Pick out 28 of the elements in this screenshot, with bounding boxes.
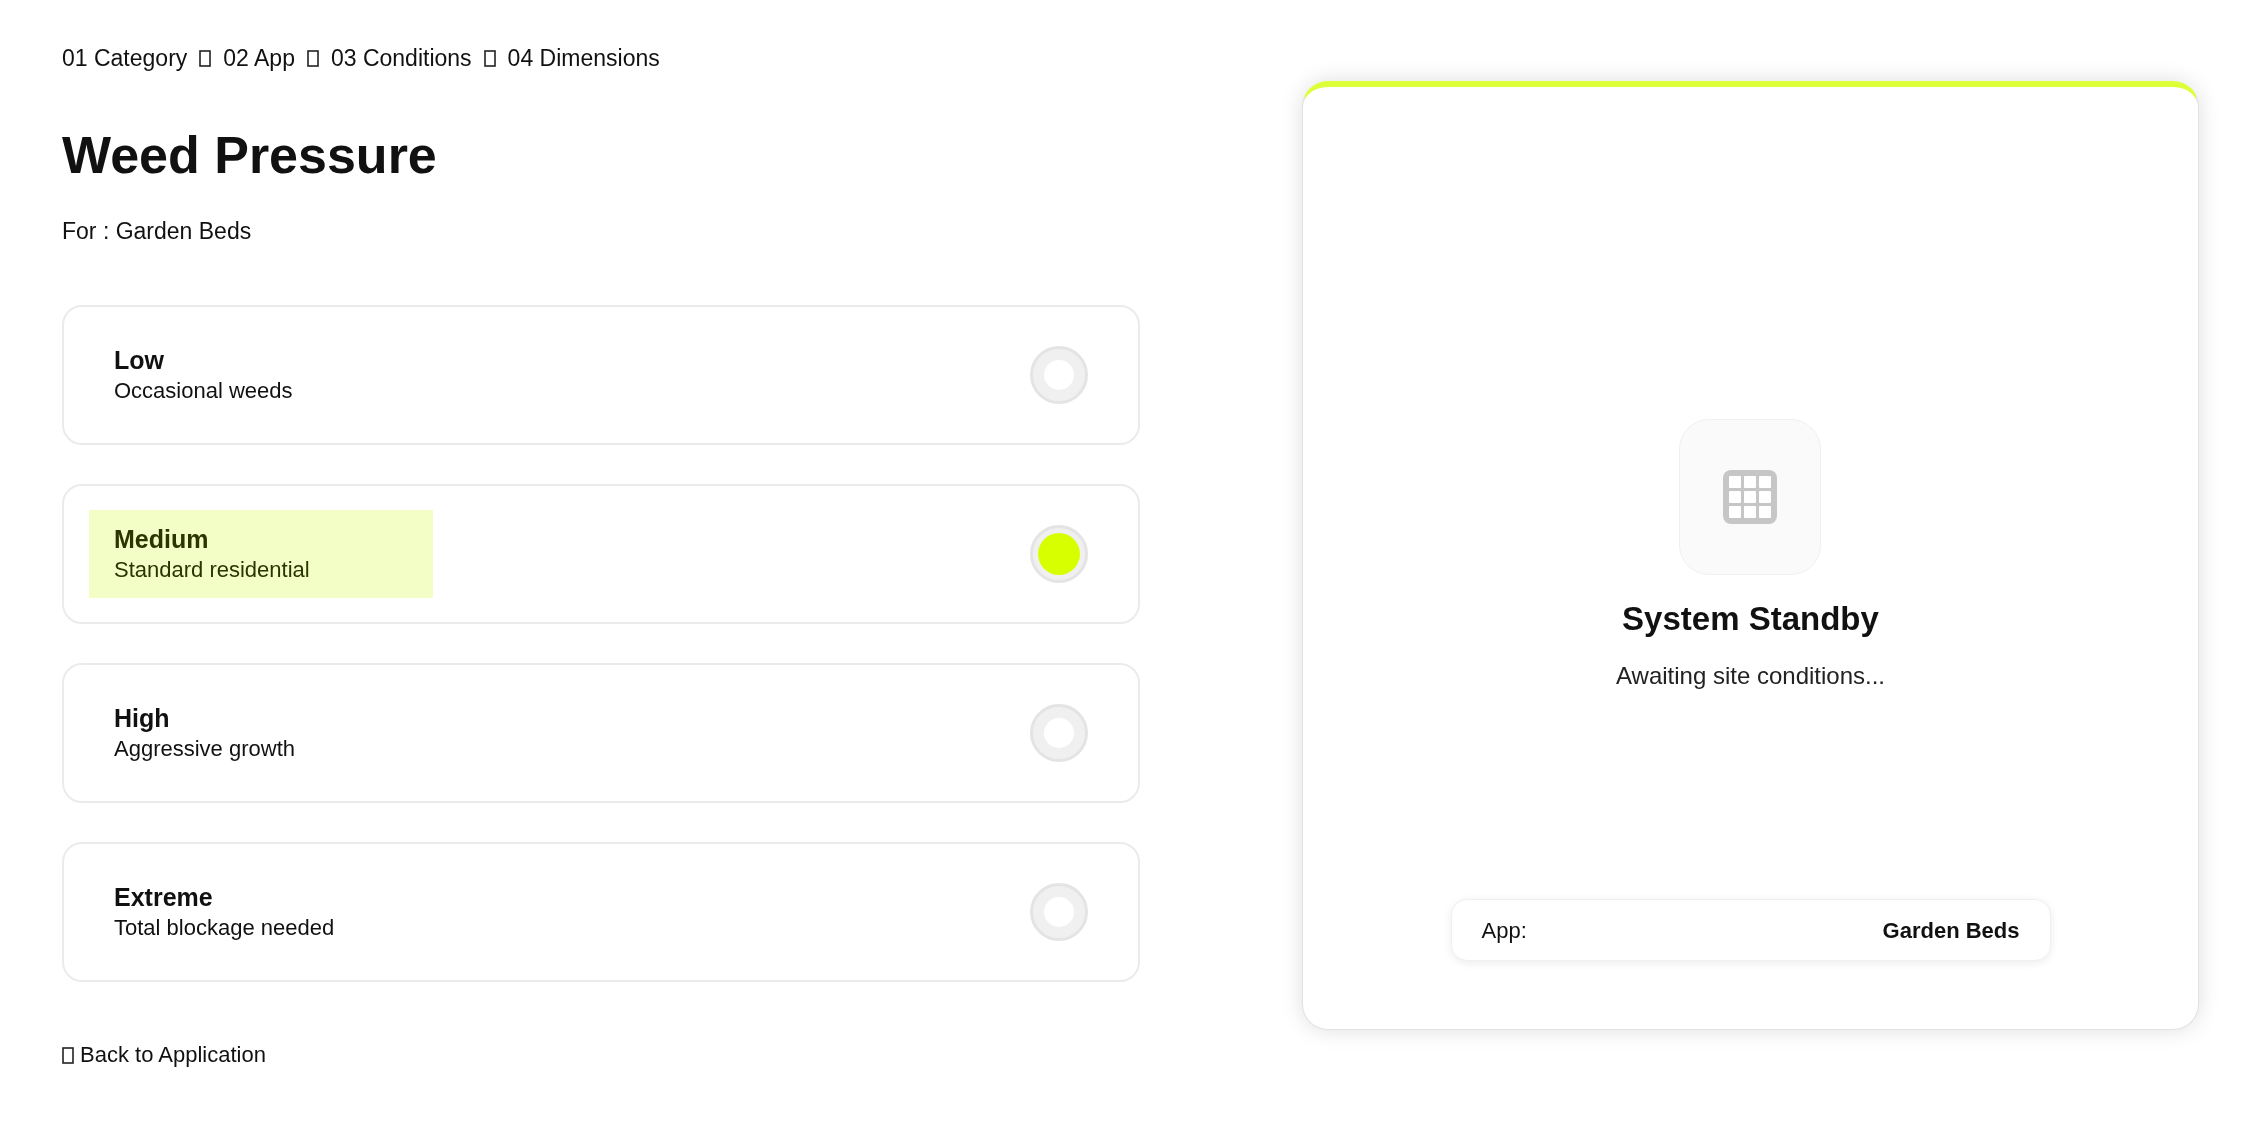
- rectangle-icon: [199, 49, 212, 67]
- option-card[interactable]: Extreme Total blockage needed: [62, 842, 1140, 982]
- option-label: Low: [114, 345, 165, 376]
- breadcrumb-step: 03 Conditions: [330, 43, 472, 73]
- back-link[interactable]: Back to Application: [62, 1040, 266, 1070]
- option-label: High: [114, 703, 171, 734]
- option-card[interactable]: Medium Standard residential: [62, 484, 1140, 624]
- breadcrumb-step: 04 Dimensions: [507, 43, 660, 73]
- option-card[interactable]: High Aggressive growth: [62, 663, 1140, 803]
- option-description: Aggressive growth: [114, 735, 296, 763]
- option-description: Occasional weeds: [114, 377, 294, 405]
- summary-value: Garden Beds: [1882, 916, 2020, 945]
- option-description: Standard residential: [114, 556, 311, 584]
- page-title: Weed Pressure: [62, 125, 438, 185]
- breadcrumb-step: 02 App: [223, 43, 295, 73]
- option-description: Total blockage needed: [114, 914, 336, 942]
- option-card[interactable]: Low Occasional weeds: [62, 305, 1140, 445]
- option-label: Extreme: [114, 882, 214, 913]
- summary-label: App:: [1481, 916, 1527, 945]
- status-message: Awaiting site conditions...: [1615, 661, 1885, 691]
- breadcrumb-step: 01 Category: [62, 43, 188, 73]
- page-subtitle: For : Garden Beds: [62, 217, 253, 246]
- rectangle-icon: [483, 49, 496, 67]
- option-label: Medium: [114, 524, 210, 555]
- status-title: System Standby: [1622, 599, 1879, 639]
- rectangle-icon: [62, 1046, 74, 1064]
- rectangle-icon: [306, 49, 319, 67]
- grid-icon: [1723, 470, 1778, 524]
